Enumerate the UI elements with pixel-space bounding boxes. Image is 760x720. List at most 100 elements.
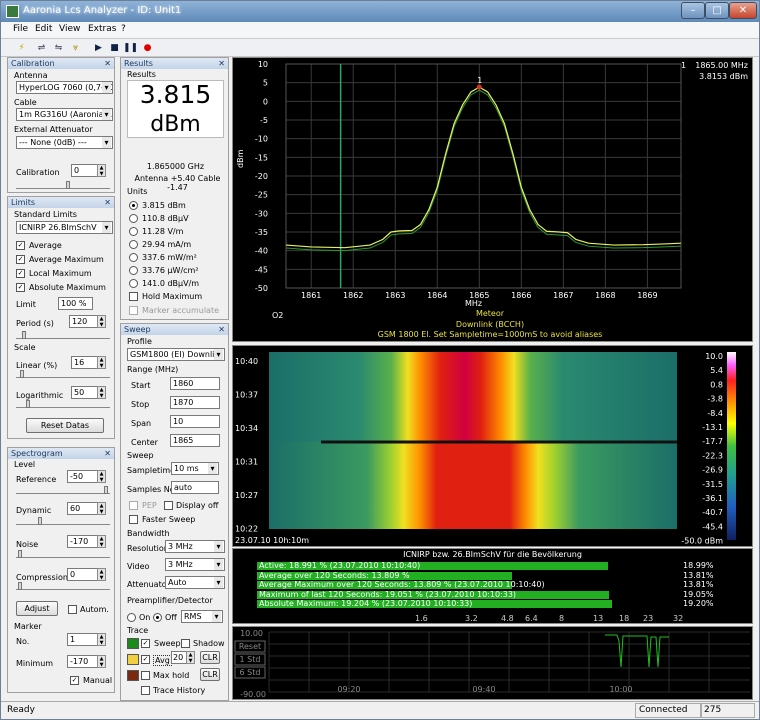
minimize-button[interactable]: – — [681, 2, 705, 19]
sweep-attenuator-select[interactable]: Auto — [165, 576, 225, 589]
dynamic-spinner[interactable]: ▲ ▼ — [97, 502, 106, 515]
unit-mam-radio[interactable] — [129, 240, 138, 249]
reference-spinner[interactable]: ▲ ▼ — [97, 470, 106, 483]
pep-checkbox[interactable] — [129, 501, 138, 510]
calibration-slider[interactable] — [16, 180, 110, 189]
maximize-button[interactable]: □ — [705, 2, 729, 19]
menu-view[interactable]: View — [59, 24, 80, 34]
marker-accumulate-checkbox[interactable] — [129, 306, 138, 315]
record-icon[interactable]: ● — [140, 41, 155, 55]
hold-maximum-checkbox[interactable] — [129, 292, 138, 301]
noise-slider[interactable] — [16, 549, 110, 558]
y-tick-label: -5 — [260, 116, 268, 125]
compression-slider[interactable] — [16, 581, 110, 590]
logarithmic-input[interactable]: 50 — [71, 386, 98, 399]
compression-input[interactable]: 0 — [67, 568, 98, 581]
resolution-select[interactable]: 3 MHz — [165, 540, 225, 553]
faster-sweep-checkbox[interactable] — [129, 515, 138, 524]
antenna-icon[interactable]: ⩔ — [68, 41, 83, 55]
maxhold-color-swatch[interactable] — [127, 670, 139, 681]
dynamic-input[interactable]: 60 — [67, 502, 98, 515]
reference-input[interactable]: -50 — [67, 470, 98, 483]
minimum-input[interactable]: -170 — [67, 655, 98, 668]
avg-checkbox[interactable]: ✓ — [141, 655, 150, 664]
samples-input[interactable]: auto — [171, 481, 219, 494]
display-off-checkbox[interactable] — [164, 501, 173, 510]
profile-select[interactable]: GSM1800 (EI) Downlin — [127, 348, 225, 361]
average-maximum-checkbox[interactable]: ✓ — [16, 255, 25, 264]
avg-input[interactable]: 20 — [171, 651, 187, 664]
calibration-spinner[interactable]: ▲ ▼ — [97, 164, 106, 177]
antenna-select[interactable]: HyperLOG 7060 (0,7-6G — [16, 81, 113, 94]
video-select[interactable]: 3 MHz — [165, 558, 225, 571]
center-input[interactable]: 1865 — [170, 434, 220, 447]
unit-uwcm2-radio[interactable] — [129, 266, 138, 275]
noise-spinner[interactable]: ▲ ▼ — [97, 535, 106, 548]
menu-help[interactable]: ? — [121, 24, 126, 34]
connect-icon[interactable]: ⚡ — [14, 41, 29, 55]
maxhold-clear-button[interactable]: CLR — [200, 668, 220, 681]
average-checkbox[interactable]: ✓ — [16, 241, 25, 250]
calibration-input[interactable]: 0 — [71, 164, 98, 177]
shadow-checkbox[interactable] — [181, 639, 190, 648]
dynamic-slider[interactable] — [16, 516, 110, 525]
sweep-color-swatch[interactable] — [127, 638, 139, 649]
noise-input[interactable]: -170 — [67, 535, 98, 548]
marker-no-spinner[interactable]: ▲ ▼ — [97, 633, 106, 646]
device2-icon[interactable]: ⇋ — [51, 41, 66, 55]
manual-checkbox[interactable]: ✓ — [70, 676, 79, 685]
device-icon[interactable]: ⇌ — [34, 41, 49, 55]
unit-vm-radio[interactable] — [129, 227, 138, 236]
start-input[interactable]: 1860 — [170, 377, 220, 390]
marker-no-input[interactable]: 1 — [67, 633, 98, 646]
spectrum-chart[interactable]: 10 5 0 -5 -10 -15 -20 -25 -30 -35 -40 -45 -50 1861 186… — [233, 58, 752, 341]
play-icon[interactable]: ▶ — [91, 41, 106, 55]
adjust-button[interactable]: Adjust — [16, 601, 58, 616]
menu-extras[interactable]: Extras — [88, 24, 116, 34]
peak-marker[interactable] — [476, 84, 482, 90]
reset-datas-button[interactable]: Reset Datas — [26, 418, 104, 433]
logarithmic-slider[interactable] — [16, 399, 110, 408]
spectrum-view[interactable]: 10 5 0 -5 -10 -15 -20 -25 -30 -35 -40 -45 -50 1861 186… — [232, 57, 753, 342]
minimum-spinner[interactable]: ▲ ▼ — [97, 655, 106, 668]
logarithmic-spinner[interactable]: ▲ ▼ — [97, 386, 106, 399]
menu-edit[interactable]: Edit — [35, 24, 52, 34]
linear-spinner[interactable]: ▲ ▼ — [97, 356, 106, 369]
local-maximum-checkbox[interactable]: ✓ — [16, 269, 25, 278]
preamp-on-radio[interactable] — [127, 613, 136, 622]
linear-input[interactable]: 16 — [71, 356, 98, 369]
menu-file[interactable]: File — [13, 24, 28, 34]
linear-slider[interactable] — [16, 369, 110, 378]
max-hold-checkbox[interactable] — [141, 671, 150, 680]
preamp-off-radio[interactable] — [153, 613, 162, 622]
span-input[interactable]: 10 — [170, 415, 220, 428]
unit-mwm2-radio[interactable] — [129, 253, 138, 262]
unit-dbuvm-radio[interactable] — [129, 279, 138, 288]
period-slider[interactable] — [16, 330, 110, 339]
standard-limits-select[interactable]: ICNIRP 26.BImSchV — [16, 221, 113, 234]
stop-icon[interactable]: ■ — [107, 41, 122, 55]
absolute-maximum-checkbox[interactable]: ✓ — [16, 283, 25, 292]
sweep-trace-checkbox[interactable]: ✓ — [141, 639, 150, 648]
limit-input[interactable]: 100 % — [58, 297, 93, 310]
autom-checkbox[interactable] — [68, 605, 77, 614]
avg-color-swatch[interactable] — [127, 654, 139, 665]
period-spinner[interactable]: ▲ ▼ — [97, 315, 106, 328]
sampletime-select[interactable]: 10 ms — [171, 462, 219, 475]
unit-dbuv-radio[interactable] — [129, 214, 138, 223]
stop-input[interactable]: 1870 — [170, 396, 220, 409]
close-button[interactable]: ✕ — [729, 2, 757, 19]
avg-clear-button[interactable]: CLR — [200, 651, 220, 664]
unit-dbm-radio[interactable] — [129, 201, 138, 210]
period-input[interactable]: 120 — [69, 315, 98, 328]
cable-select[interactable]: 1m RG316U (Aaronia A — [16, 108, 113, 121]
avg-spinner[interactable]: ▲ ▼ — [186, 651, 195, 664]
pause-icon[interactable]: ❚❚ — [123, 41, 138, 55]
waterfall-view[interactable]: 10:40 10:37 10:34 10:31 10:27 10:22 23.07.10 … — [232, 345, 753, 547]
reference-slider[interactable] — [16, 485, 110, 494]
trace-history-checkbox[interactable] — [141, 686, 150, 695]
attenuator-select[interactable]: --- None (0dB) --- — [16, 136, 113, 149]
detector-select[interactable]: RMS — [181, 610, 223, 623]
waterfall-chart[interactable]: 10:40 10:37 10:34 10:31 10:27 10:22 23.07.10 … — [233, 346, 752, 546]
compression-spinner[interactable]: ▲ ▼ — [97, 568, 106, 581]
